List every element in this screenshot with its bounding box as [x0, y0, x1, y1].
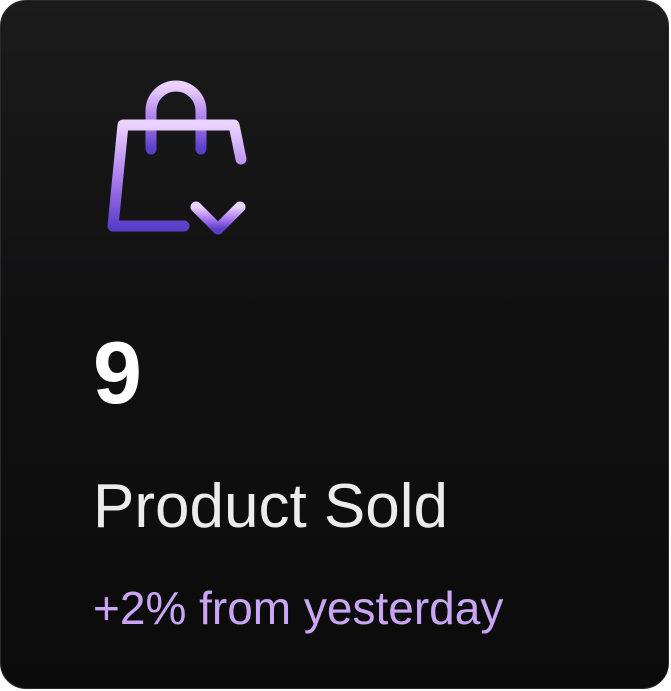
stat-label: Product Sold: [93, 472, 448, 541]
stat-change: +2% from yesterday: [93, 582, 504, 634]
shopping-bag-download-icon: [101, 79, 251, 244]
stat-card: 9 Product Sold +2% from yesterday: [0, 0, 669, 689]
stat-value: 9: [93, 323, 142, 422]
